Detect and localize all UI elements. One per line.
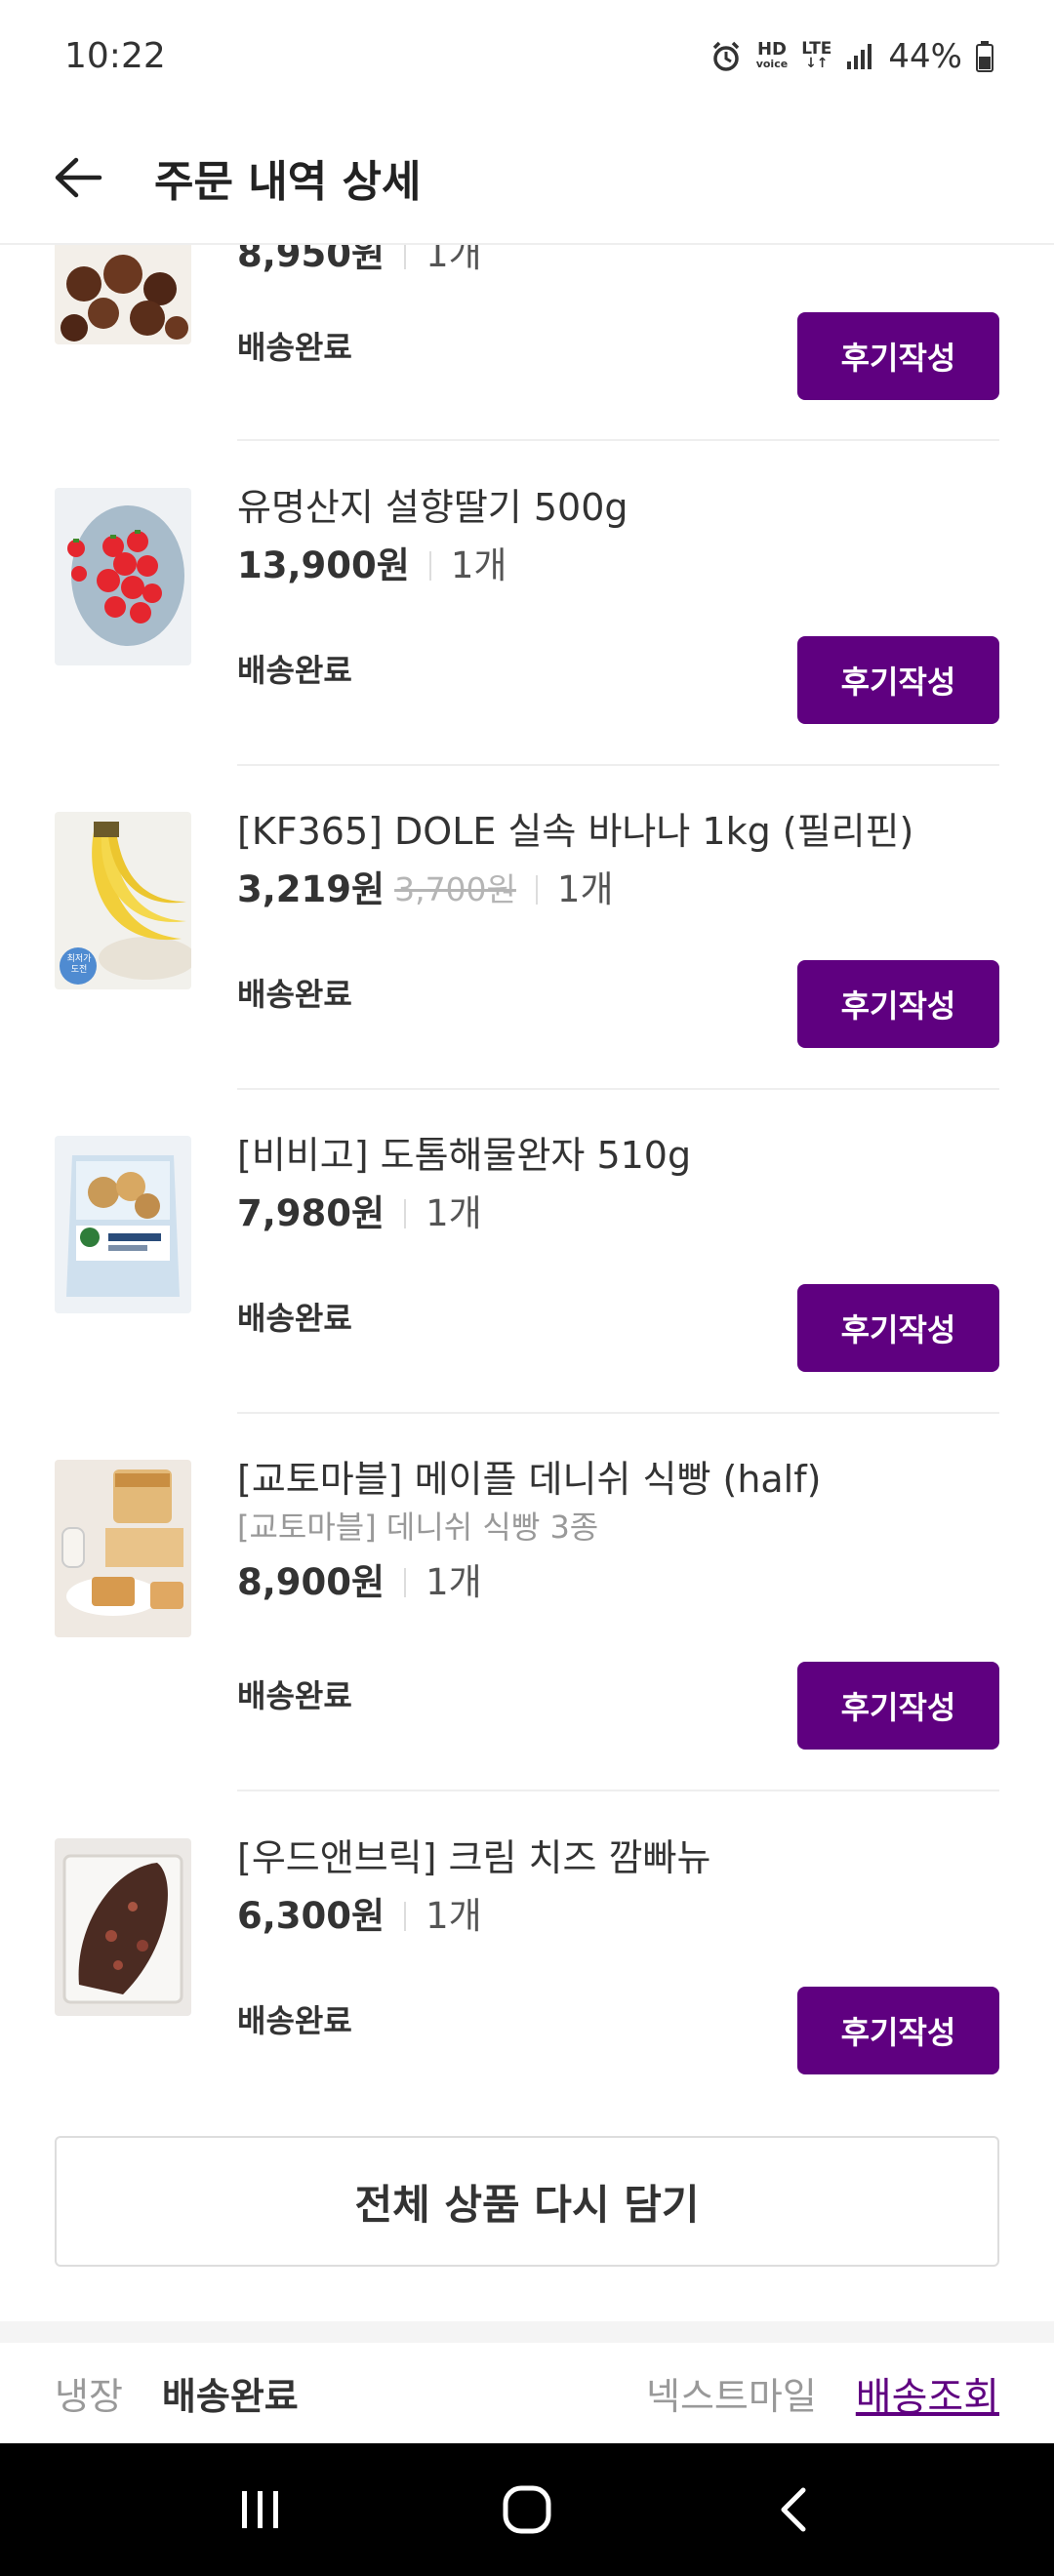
bread-image[interactable]	[55, 1460, 191, 1637]
item-qty: 1개	[426, 245, 482, 275]
item-info: [KF365] DOLE 실속 바나나 1kg (필리핀) 3,219원 3,7…	[237, 808, 999, 913]
item-option-name: [교토마블] 데니쉬 식빵 3종	[237, 1509, 599, 1546]
order-item: [비비고] 도톰해물완자 510g 7,980원 1개 배송완료 후기작성	[0, 1134, 1054, 1412]
status-time: 10:22	[64, 36, 166, 76]
chestnut-image[interactable]	[55, 245, 191, 344]
app-bar: 주문 내역 상세	[0, 112, 1054, 245]
price-row: 8,900원 1개	[237, 1559, 999, 1606]
item-info: [비비고] 도톰해물완자 510g 7,980원 1개	[237, 1132, 999, 1237]
item-divider	[237, 1790, 999, 1791]
write-review-button[interactable]: 후기작성	[797, 312, 999, 400]
price-row: 7,980원 1개	[237, 1190, 999, 1237]
item-qty: 1개	[426, 1895, 482, 1937]
item-qty: 1개	[450, 544, 507, 586]
thumb-badge: 최저가 도전	[66, 954, 92, 975]
write-review-button[interactable]: 후기작성	[797, 1662, 999, 1750]
page-title: 주문 내역 상세	[154, 157, 422, 207]
order-detail-screen: 10:22 HD voice LTE ↓↑ 44% 주문 내역 상세 8,950…	[0, 0, 1054, 2576]
fishball-package-image[interactable]	[55, 1136, 191, 1313]
track-delivery-link[interactable]: 배송조회	[856, 2365, 999, 2422]
item-info: 유명산지 설향딸기 500g 13,900원 1개	[237, 484, 999, 589]
order-item: 8,950원 1개 배송완료 후기작성	[0, 245, 1054, 440]
item-price: 8,950원	[237, 245, 385, 275]
delivery-status: 배송완료	[237, 1677, 352, 1714]
item-name[interactable]: [우드앤브릭] 크림 치즈 깜빠뉴	[237, 1834, 999, 1881]
order-items-list: 8,950원 1개 배송완료 후기작성 유명산지 설향딸기 500g 13,90…	[0, 245, 1054, 2443]
banana-image[interactable]: 최저가 도전	[55, 812, 191, 989]
battery-icon	[976, 40, 993, 72]
order-item: [교토마블] 메이플 데니쉬 식빵 (half) [교토마블] 데니쉬 식빵 3…	[0, 1458, 1054, 1790]
home-icon[interactable]	[483, 2466, 571, 2554]
original-price: 3,700원	[394, 870, 516, 908]
write-review-button[interactable]: 후기작성	[797, 636, 999, 724]
recent-apps-icon[interactable]	[217, 2466, 304, 2554]
price-row: 3,219원 3,700원 1개	[237, 866, 999, 913]
delivery-status: 배송완료	[237, 2002, 352, 2039]
item-divider	[237, 1088, 999, 1090]
write-review-button[interactable]: 후기작성	[797, 1284, 999, 1372]
delivery-info-row: 냉장 배송완료 넥스트마일 배송조회	[0, 2343, 1054, 2443]
divider	[535, 875, 538, 905]
item-info: [우드앤브릭] 크림 치즈 깜빠뉴 6,300원 1개	[237, 1834, 999, 1940]
write-review-button[interactable]: 후기작성	[797, 960, 999, 1048]
delivery-status: 배송완료	[237, 652, 352, 689]
delivery-status: 배송완료	[237, 976, 352, 1013]
status-icons: HD voice LTE ↓↑ 44%	[709, 37, 993, 76]
item-qty: 1개	[426, 1192, 482, 1234]
delivery-status-summary: 배송완료	[161, 2375, 299, 2418]
divider	[404, 245, 407, 269]
signal-icon	[845, 42, 874, 71]
order-item: 유명산지 설향딸기 500g 13,900원 1개 배송완료 후기작성	[0, 486, 1054, 764]
item-qty: 1개	[556, 868, 614, 910]
item-price: 13,900원	[237, 544, 410, 586]
price-row: 8,950원 1개	[237, 245, 999, 278]
item-qty: 1개	[426, 1561, 482, 1603]
divider	[404, 1902, 407, 1931]
order-item: 최저가 도전 [KF365] DOLE 실속 바나나 1kg (필리핀) 3,2…	[0, 810, 1054, 1088]
write-review-button[interactable]: 후기작성	[797, 1987, 999, 2074]
back-arrow-icon[interactable]	[51, 150, 105, 205]
hd-voice-icon: HD voice	[755, 38, 789, 70]
item-name[interactable]: [비비고] 도톰해물완자 510g	[237, 1132, 999, 1179]
alarm-icon	[709, 40, 743, 73]
divider	[404, 1199, 407, 1228]
item-price: 8,900원	[237, 1561, 385, 1603]
item-name[interactable]: 유명산지 설향딸기 500g	[237, 484, 999, 531]
campagne-image[interactable]	[55, 1838, 191, 2016]
price-row: 13,900원 1개	[237, 543, 999, 589]
section-divider	[0, 2321, 1054, 2343]
battery-percent: 44%	[888, 36, 962, 76]
strawberry-image[interactable]	[55, 488, 191, 665]
item-divider	[237, 764, 999, 766]
system-nav-bar	[0, 2443, 1054, 2576]
item-name[interactable]: [KF365] DOLE 실속 바나나 1kg (필리핀)	[237, 808, 999, 855]
item-name[interactable]: [교토마블] 메이플 데니쉬 식빵 (half)	[237, 1456, 999, 1503]
item-divider	[237, 439, 999, 441]
delivery-status: 배송완료	[237, 1300, 352, 1337]
order-item: [우드앤브릭] 크림 치즈 깜빠뉴 6,300원 1개 배송완료 후기작성	[0, 1836, 1054, 2114]
readd-all-to-cart-button[interactable]: 전체 상품 다시 담기	[55, 2136, 999, 2267]
item-info: 8,950원 1개	[237, 245, 999, 278]
item-price: 7,980원	[237, 1192, 385, 1234]
price-row: 6,300원 1개	[237, 1893, 999, 1940]
divider	[404, 1568, 407, 1597]
storage-type: 냉장	[55, 2375, 123, 2418]
delivery-status: 배송완료	[237, 329, 352, 366]
lte-icon: LTE ↓↑	[801, 38, 832, 71]
carrier-name: 넥스트마일	[645, 2375, 817, 2418]
back-nav-icon[interactable]	[750, 2466, 837, 2554]
item-info: [교토마블] 메이플 데니쉬 식빵 (half) [교토마블] 데니쉬 식빵 3…	[237, 1456, 999, 1606]
item-price: 3,219원	[237, 868, 385, 910]
status-bar: 10:22 HD voice LTE ↓↑ 44%	[0, 0, 1054, 112]
divider	[428, 551, 431, 581]
item-divider	[237, 1412, 999, 1414]
item-price: 6,300원	[237, 1895, 385, 1937]
